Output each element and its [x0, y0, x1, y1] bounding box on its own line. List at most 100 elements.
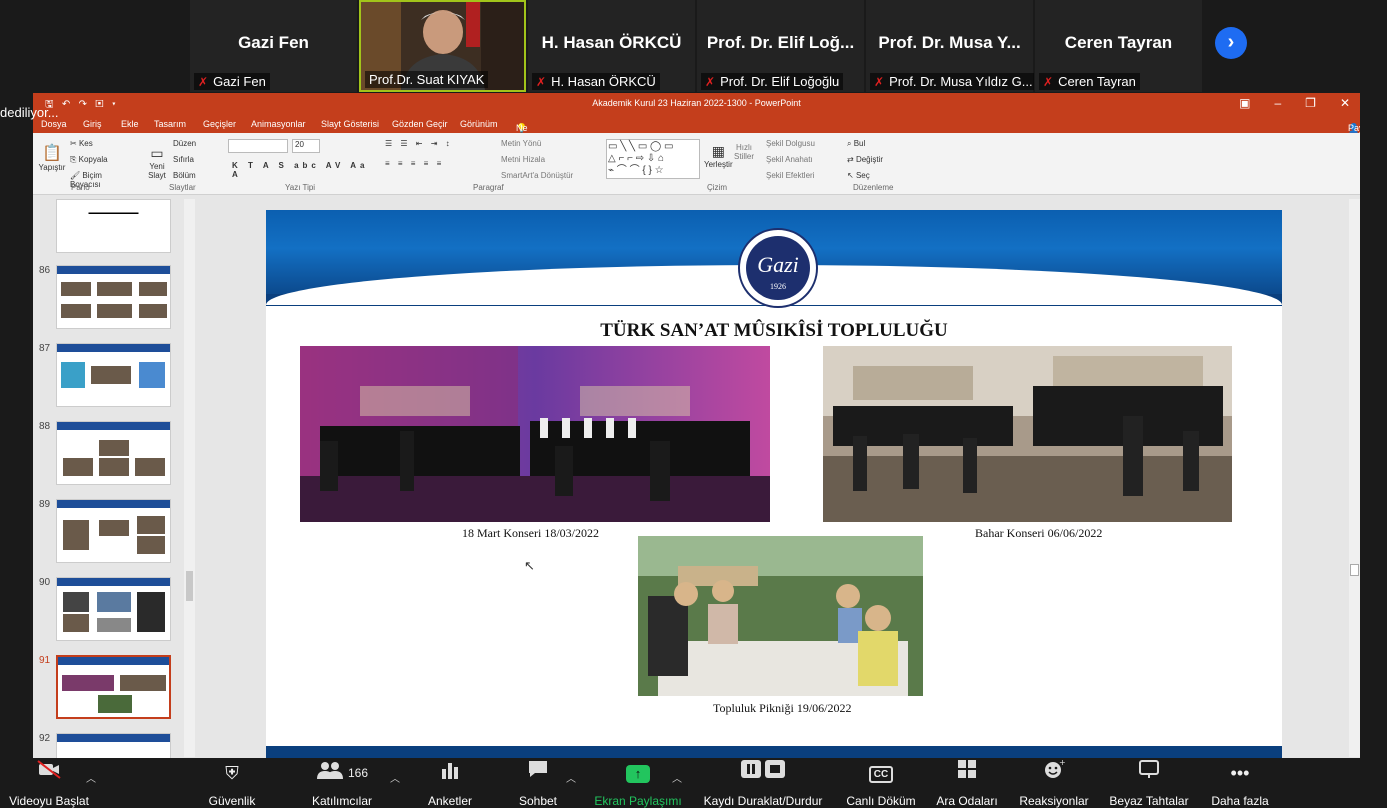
- share-screen-button[interactable]: ↑ Ekran Paylaşımı: [592, 758, 684, 808]
- participants-button[interactable]: 166 Katılımcılar: [302, 758, 382, 808]
- select-button[interactable]: ↖ Seç: [847, 171, 870, 180]
- record-icon: [696, 758, 830, 788]
- reactions-button[interactable]: + Reaksiyonlar: [1014, 758, 1094, 808]
- breakout-rooms-button[interactable]: Ara Odaları: [932, 758, 1002, 808]
- slide-number: 91: [39, 655, 51, 666]
- ribbon-options-icon[interactable]: ▣: [1239, 96, 1250, 110]
- align-buttons[interactable]: ≡ ≡ ≡ ≡ ≡: [385, 159, 444, 168]
- concert-photo-2-image: [823, 346, 1232, 522]
- tab-insert[interactable]: Ekle: [121, 119, 139, 129]
- restore-button[interactable]: ❐: [1305, 96, 1316, 110]
- window-title: Akademik Kurul 23 Haziran 2022-1300 - Po…: [592, 98, 801, 108]
- reset-button[interactable]: Sıfırla: [173, 155, 194, 164]
- thumb-photo: [139, 282, 167, 296]
- slide-thumbnail-selected[interactable]: [56, 655, 171, 719]
- font-group-label: Yazı Tipi: [285, 183, 316, 192]
- slide-thumbnail[interactable]: [56, 343, 171, 407]
- participant-label-text: Prof. Dr. Musa Yıldız G...: [889, 74, 1033, 89]
- copy-label: Kopyala: [78, 155, 108, 164]
- tab-view[interactable]: Görünüm: [460, 119, 498, 129]
- section-button[interactable]: Bölüm: [173, 171, 196, 180]
- thumb-photo: [62, 675, 114, 691]
- slide-thumbnail[interactable]: [56, 577, 171, 641]
- font-name-input[interactable]: [228, 139, 288, 153]
- participant-label-text: Prof. Dr. Elif Loğoğlu: [720, 74, 840, 89]
- participant-label: ✗ Ceren Tayran: [1039, 73, 1140, 90]
- slide-canvas[interactable]: Gazi 1926 TÜRK SAN’AT MÛSIKÎSİ TOPLULUĞU …: [266, 210, 1282, 758]
- university-logo: Gazi 1926: [738, 228, 818, 308]
- tab-design[interactable]: Tasarım: [154, 119, 186, 129]
- participant-tile-hasan-orkcu[interactable]: H. Hasan ÖRKCÜ ✗ H. Hasan ÖRKCÜ: [528, 0, 695, 92]
- shape-effects-button[interactable]: Şekil Efektleri: [766, 171, 814, 180]
- scrollbar-thumb[interactable]: [186, 571, 193, 601]
- start-video-button[interactable]: Videoyu Başlat: [8, 758, 90, 808]
- quick-styles-button[interactable]: Hızlı Stiller: [734, 143, 754, 161]
- more-button[interactable]: ••• Daha fazla: [1206, 758, 1274, 808]
- tab-home[interactable]: Giriş: [83, 119, 102, 129]
- slide-thumbnail[interactable]: [56, 421, 171, 485]
- slide-thumbnail[interactable]: ▬▬▬▬▬▬▬▬▬▬: [56, 199, 171, 253]
- whiteboards-button[interactable]: Beyaz Tahtalar: [1104, 758, 1194, 808]
- security-button[interactable]: ⛨ Güvenlik: [200, 758, 264, 808]
- window-controls: ▣ – ❐ ✕: [1215, 96, 1350, 110]
- list-buttons[interactable]: ☰ ☰ ⇤ ⇥ ↕: [385, 139, 453, 148]
- thumb-photo: [63, 614, 89, 632]
- slide-footer-band: [266, 746, 1282, 758]
- paste-button[interactable]: 📋 Yapıştır: [38, 143, 66, 172]
- close-button[interactable]: ✕: [1340, 96, 1350, 110]
- smartart-button[interactable]: SmartArt'a Dönüştür: [501, 171, 573, 180]
- thumb-header: [57, 578, 170, 586]
- logo-year: 1926: [770, 282, 786, 291]
- font-format-buttons[interactable]: K T A S abc AV Aa A: [232, 161, 383, 179]
- reaction-icon: +: [1014, 758, 1094, 788]
- participants-options-chevron-icon[interactable]: ︿: [390, 770, 400, 785]
- tab-transitions[interactable]: Geçişler: [203, 119, 236, 129]
- tab-slideshow[interactable]: Slayt Gösterisi: [321, 119, 379, 129]
- layout-button[interactable]: Düzen: [173, 139, 196, 148]
- participant-name: Gazi Fen: [238, 33, 309, 52]
- minimize-button[interactable]: –: [1274, 96, 1281, 110]
- new-slide-button[interactable]: ▭ Yeni Slayt: [145, 145, 169, 180]
- participant-tile-ceren-tayran[interactable]: Ceren Tayran ✗ Ceren Tayran: [1035, 0, 1202, 92]
- find-button[interactable]: ⌕ Bul: [847, 139, 865, 149]
- next-page-chevron-icon[interactable]: ›: [1215, 27, 1247, 59]
- arrange-button[interactable]: ▦ Yerleştir: [704, 143, 733, 169]
- copy-button[interactable]: ⎘ Kopyala: [70, 155, 108, 165]
- participant-tile-gazi-fen[interactable]: Gazi Fen ✗ Gazi Fen: [190, 0, 357, 92]
- tab-animations[interactable]: Animasyonlar: [251, 119, 306, 129]
- polls-button[interactable]: Anketler: [418, 758, 482, 808]
- participant-tile-elif-logoglu[interactable]: Prof. Dr. Elif Loğ... ✗ Prof. Dr. Elif Lo…: [697, 0, 864, 92]
- mic-muted-icon: ✗: [536, 75, 547, 89]
- participants-label: Katılımcılar: [311, 794, 372, 808]
- share-label: Paylaş: [1348, 123, 1360, 133]
- share-options-chevron-icon[interactable]: ︿: [672, 770, 682, 785]
- text-direction-button[interactable]: Metin Yönü: [501, 139, 541, 148]
- thumb-photo: [99, 440, 129, 456]
- thumb-photo: [99, 458, 129, 476]
- replace-button[interactable]: ⇄ Değiştir: [847, 155, 883, 164]
- participant-tile-musa-yildiz[interactable]: Prof. Dr. Musa Y... ✗ Prof. Dr. Musa Yıld…: [866, 0, 1034, 92]
- slide-thumbnail[interactable]: [56, 733, 171, 758]
- more-label: Daha fazla: [1211, 794, 1269, 808]
- align-text-button[interactable]: Metni Hizala: [501, 155, 545, 164]
- font-size-input[interactable]: 20: [292, 139, 320, 153]
- record-button[interactable]: Kaydı Duraklat/Durdur: [696, 758, 830, 808]
- slide-thumbnail[interactable]: [56, 499, 171, 563]
- cut-button[interactable]: ✂ Kes: [70, 139, 93, 148]
- shape-outline-button[interactable]: Şekil Anahatı: [766, 155, 813, 164]
- shape-fill-button[interactable]: Şekil Dolgusu: [766, 139, 815, 148]
- tab-review[interactable]: Gözden Geçir: [392, 119, 448, 129]
- live-transcript-button[interactable]: CC Canlı Döküm: [842, 758, 920, 808]
- shapes-gallery[interactable]: ▭ ╲ ╲ ▭ ◯ ▭ △ ⌐ ⌐ ⇨ ⇩ ⌂ ⌁ ⌒ ⌒ { } ☆: [606, 139, 700, 179]
- slide-scrollbar[interactable]: [1349, 199, 1360, 757]
- tab-file[interactable]: Dosya: [41, 119, 67, 129]
- chat-button[interactable]: Sohbet: [506, 758, 570, 808]
- participant-tile-suat-kiyak[interactable]: Prof.Dr. Suat KIYAK: [359, 0, 526, 92]
- thumb-photo: [137, 536, 165, 554]
- search-icon: ⌕: [847, 139, 852, 148]
- thumbnails-scrollbar[interactable]: [184, 199, 195, 757]
- slide-thumbnail[interactable]: [56, 265, 171, 329]
- video-options-chevron-icon[interactable]: ︿: [86, 770, 96, 785]
- chat-options-chevron-icon[interactable]: ︿: [566, 770, 576, 785]
- scrollbar-thumb[interactable]: [1350, 564, 1359, 576]
